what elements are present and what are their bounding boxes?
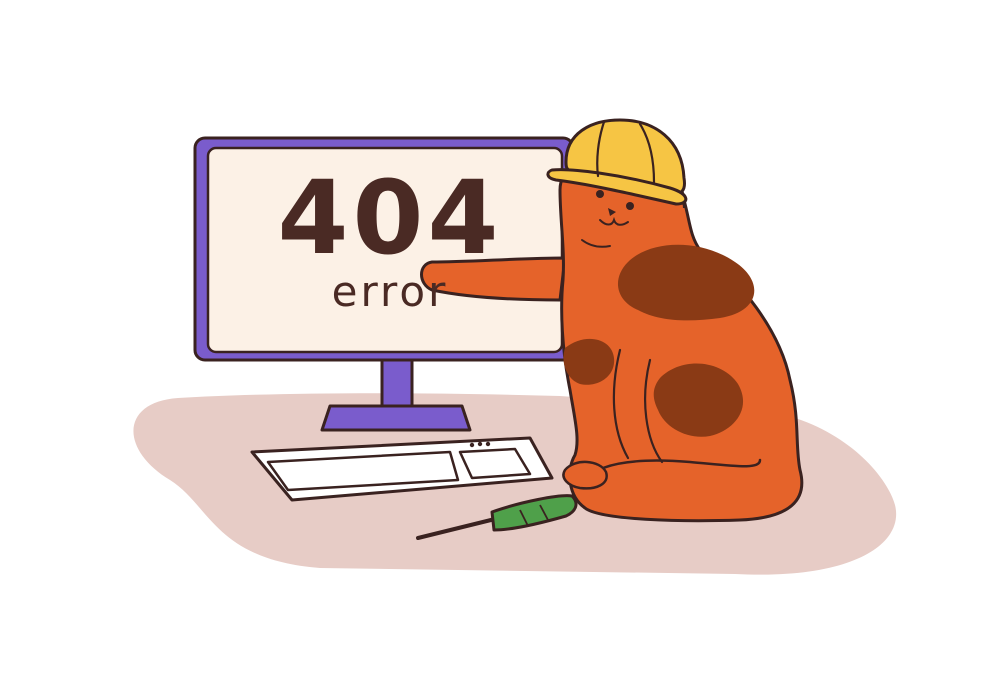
cat-eye-left bbox=[596, 190, 604, 198]
error-word: error bbox=[331, 267, 449, 316]
cat-eye-right bbox=[626, 202, 634, 210]
error-code: 404 bbox=[277, 159, 503, 278]
illustration-canvas bbox=[133, 118, 897, 575]
error-message: 404 error bbox=[200, 160, 580, 314]
error-404-illustration: 404 error bbox=[0, 0, 1000, 690]
